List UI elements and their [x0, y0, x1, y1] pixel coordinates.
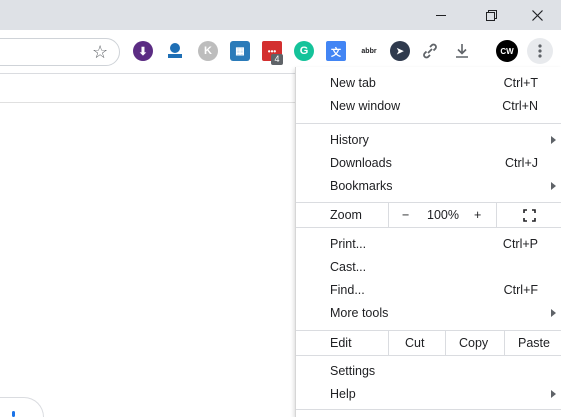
- page-divider: [0, 102, 295, 103]
- abbr-extension-icon[interactable]: abbr: [357, 41, 381, 61]
- menu-separator: [296, 123, 561, 124]
- restore-icon: [485, 9, 497, 21]
- menu-item-settings[interactable]: Settings: [296, 359, 561, 382]
- menu-item-label: More tools: [330, 305, 389, 320]
- zoom-divider: [388, 203, 389, 227]
- submenu-arrow-icon: [551, 135, 556, 144]
- zoom-in-button[interactable]: +: [474, 208, 481, 222]
- menu-separator: [296, 355, 561, 356]
- fullscreen-button[interactable]: [523, 209, 536, 225]
- star-icon[interactable]: ☆: [92, 40, 108, 64]
- menu-shortcut: Ctrl+T: [503, 75, 538, 90]
- menu-item-label: Settings: [330, 363, 376, 378]
- minimize-icon: [436, 14, 446, 16]
- edit-divider: [445, 331, 446, 355]
- menu-shortcut: Ctrl+J: [505, 155, 538, 170]
- edit-divider: [388, 331, 389, 355]
- edit-label: Edit: [330, 336, 352, 350]
- menu-item-bookmarks[interactable]: Bookmarks: [296, 174, 561, 197]
- menu-item-more-tools[interactable]: More tools: [296, 301, 561, 324]
- zoom-level: 100%: [427, 208, 459, 222]
- menu-item-find[interactable]: Find... Ctrl+F: [296, 278, 561, 301]
- menu-item-help[interactable]: Help: [296, 382, 561, 405]
- menu-item-label: Help: [330, 386, 356, 401]
- edit-divider: [504, 331, 505, 355]
- download-icon[interactable]: [452, 41, 472, 61]
- page-fab[interactable]: [0, 397, 44, 417]
- copy-button[interactable]: Copy: [459, 336, 488, 350]
- menu-item-new-window[interactable]: New window Ctrl+N: [296, 94, 561, 117]
- chrome-menu: New tab Ctrl+T New window Ctrl+N History…: [295, 67, 561, 417]
- menu-item-label: Print...: [330, 236, 367, 251]
- edit-row: Edit Cut Copy Paste: [296, 331, 561, 355]
- page-indicator: [12, 411, 15, 417]
- close-icon: [531, 9, 543, 21]
- submenu-arrow-icon: [551, 389, 556, 398]
- zoom-label: Zoom: [330, 208, 362, 222]
- profile-avatar-icon[interactable]: CW: [496, 40, 518, 62]
- close-window-button[interactable]: [514, 0, 560, 30]
- more-menu-button[interactable]: [527, 38, 553, 64]
- submenu-arrow-icon: [551, 181, 556, 190]
- ext-upload-icon[interactable]: [165, 41, 185, 61]
- menu-item-print[interactable]: Print... Ctrl+P: [296, 232, 561, 255]
- download-manager-icon[interactable]: ⬇: [133, 41, 153, 61]
- menu-separator: [296, 227, 561, 228]
- menu-item-label: New tab: [330, 75, 376, 90]
- menu-separator: [296, 409, 561, 410]
- menu-item-label: New window: [330, 98, 401, 113]
- paste-button[interactable]: Paste: [518, 336, 550, 350]
- menu-item-label: Bookmarks: [330, 178, 393, 193]
- k-extension-icon[interactable]: K: [198, 41, 218, 61]
- restore-button[interactable]: [468, 0, 514, 30]
- menu-item-history[interactable]: History: [296, 128, 561, 151]
- menu-shortcut: Ctrl+N: [502, 98, 538, 113]
- cut-button[interactable]: Cut: [405, 336, 424, 350]
- title-bar: [0, 0, 561, 30]
- cursor-extension-icon[interactable]: ➤: [390, 41, 410, 61]
- link-icon[interactable]: [420, 41, 440, 61]
- more-menu-icon: [538, 44, 542, 58]
- zoom-row: Zoom − 100% +: [296, 203, 561, 227]
- menu-shortcut: Ctrl+P: [502, 236, 538, 251]
- minimize-button[interactable]: [418, 0, 464, 30]
- menu-item-new-tab[interactable]: New tab Ctrl+T: [296, 71, 561, 94]
- fullscreen-icon: [523, 209, 536, 222]
- ext-badge: 4: [271, 54, 283, 65]
- submenu-arrow-icon: [551, 308, 556, 317]
- zoom-divider: [496, 203, 497, 227]
- menu-item-downloads[interactable]: Downloads Ctrl+J: [296, 151, 561, 174]
- translate-icon[interactable]: 文: [326, 41, 346, 61]
- menu-item-cast[interactable]: Cast...: [296, 255, 561, 278]
- ext-grid-icon[interactable]: ▦: [230, 41, 250, 61]
- menu-item-label: Find...: [330, 282, 365, 297]
- menu-item-label: Downloads: [330, 155, 392, 170]
- menu-item-label: Cast...: [330, 259, 367, 274]
- menu-shortcut: Ctrl+F: [503, 282, 538, 297]
- zoom-out-button[interactable]: −: [402, 208, 409, 222]
- menu-item-label: History: [330, 132, 369, 147]
- grammarly-icon[interactable]: G: [294, 41, 314, 61]
